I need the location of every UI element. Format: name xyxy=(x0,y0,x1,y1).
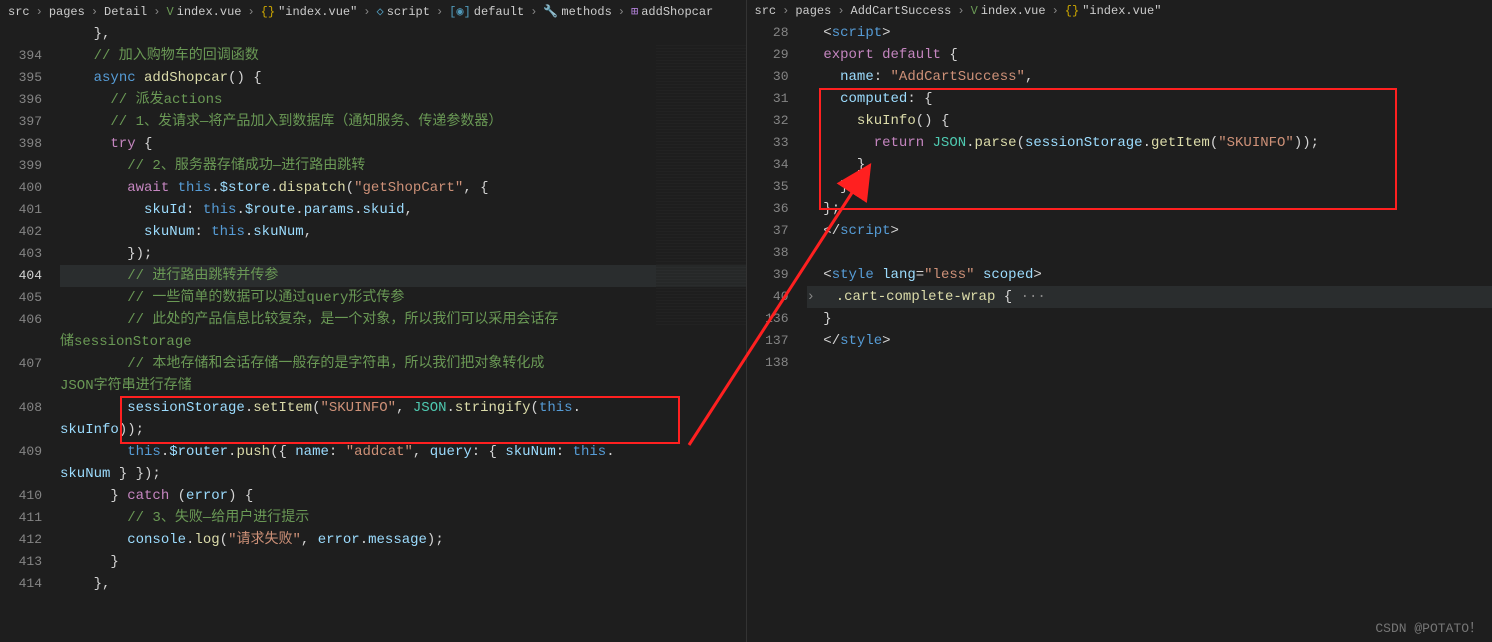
code-editor-right[interactable]: 28 29 30 31 32 33 34 35 36 37 38 39 40 1… xyxy=(747,22,1492,642)
breadcrumb-right[interactable]: src› pages› AddCartSuccess› V index.vue›… xyxy=(747,0,1492,22)
fold-icon[interactable]: › xyxy=(807,289,819,305)
editor-pane-left: src› pages› Detail› V index.vue› {} "ind… xyxy=(0,0,747,642)
code-content-left[interactable]: }, // 加入购物车的回调函数 async addShopcar() { //… xyxy=(60,23,746,642)
methods-icon: 🔧 xyxy=(543,4,558,19)
method-icon: ⊞ xyxy=(631,4,638,19)
object-icon: {} xyxy=(1065,4,1079,18)
line-gutter-left: 394 395 396 397 398 399 400 401 402 403 … xyxy=(0,23,60,642)
vue-icon: V xyxy=(166,5,173,19)
code-editor-left[interactable]: 394 395 396 397 398 399 400 401 402 403 … xyxy=(0,23,746,642)
script-icon: ◇ xyxy=(377,4,384,19)
line-gutter-right: 28 29 30 31 32 33 34 35 36 37 38 39 40 1… xyxy=(747,22,807,642)
editor-pane-right: src› pages› AddCartSuccess› V index.vue›… xyxy=(747,0,1492,642)
code-content-right[interactable]: <script> export default { name: "AddCart… xyxy=(807,22,1492,642)
minimap-left[interactable] xyxy=(656,45,746,325)
breadcrumb-left[interactable]: src› pages› Detail› V index.vue› {} "ind… xyxy=(0,0,746,23)
vue-icon: V xyxy=(971,4,978,18)
object-icon: {} xyxy=(261,5,275,19)
export-icon: [◉] xyxy=(449,4,471,19)
watermark-text: CSDN @POTATO！ xyxy=(1375,617,1482,636)
